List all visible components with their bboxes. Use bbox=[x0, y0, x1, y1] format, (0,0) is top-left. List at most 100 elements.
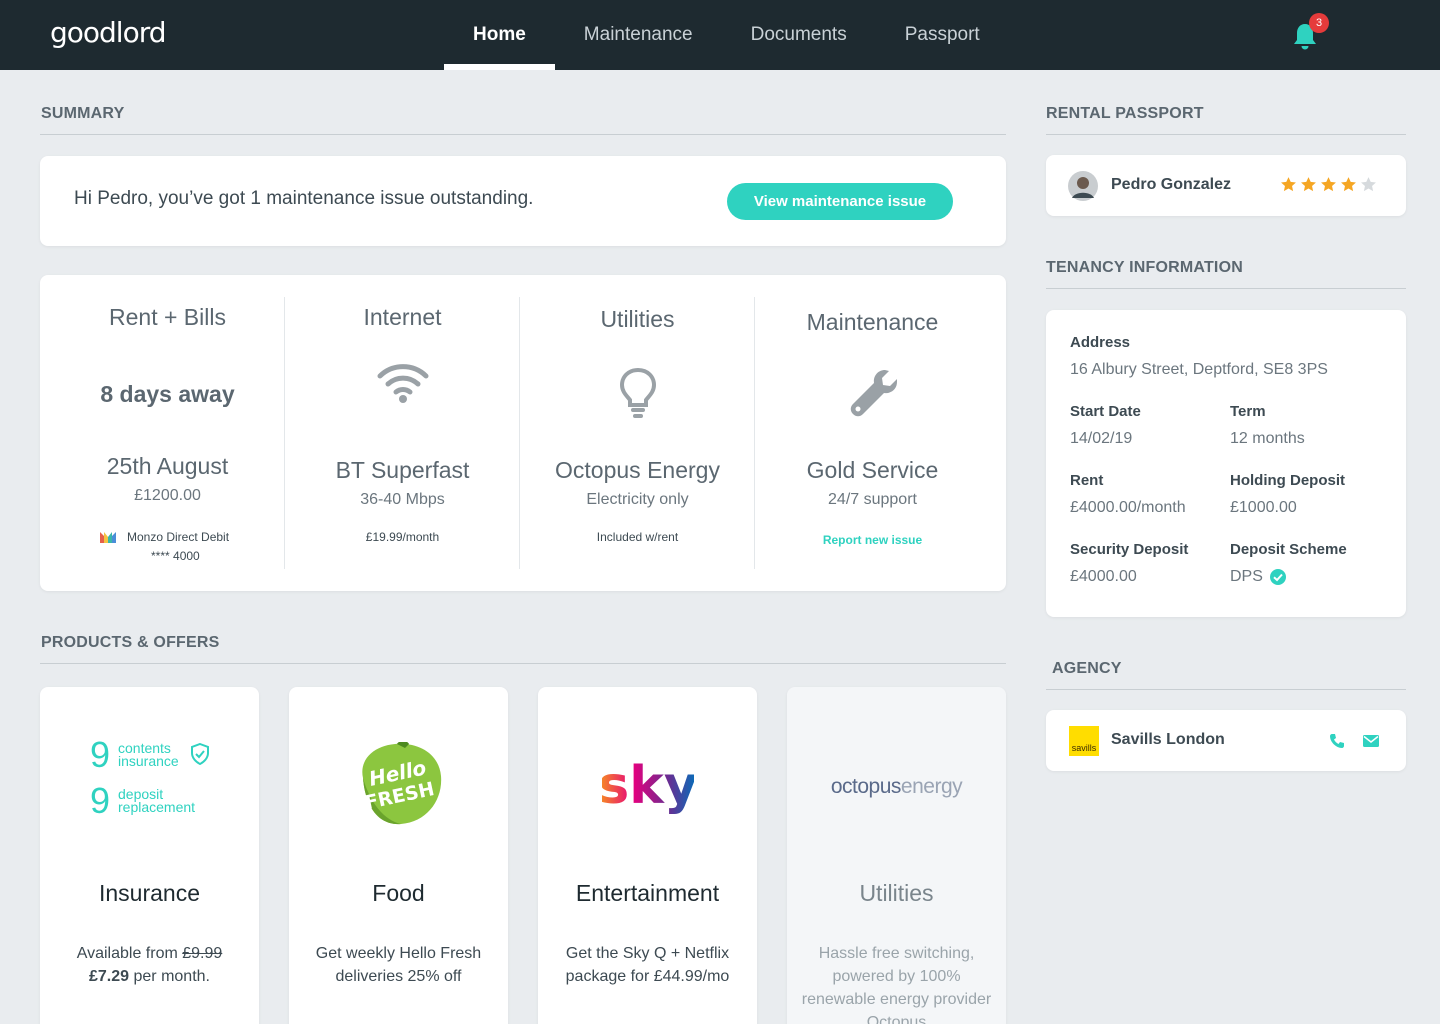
main-nav: Home Maintenance Documents Passport bbox=[444, 0, 1009, 70]
star-filled-icon bbox=[1321, 177, 1336, 192]
tenancy-info-heading: TENANCY INFORMATION bbox=[1046, 259, 1243, 276]
wrench-icon bbox=[850, 370, 897, 417]
maintenance-alert-card: Hi Pedro, you’ve got 1 maintenance issue… bbox=[40, 156, 1006, 246]
top-nav-bar: goodlord Home Maintenance Documents Pass… bbox=[0, 0, 1440, 70]
products-divider bbox=[40, 663, 1006, 664]
entertainment-product-card[interactable]: sky Entertainment Get the Sky Q + Netfli… bbox=[538, 687, 757, 1024]
holding-deposit-value: £1000.00 bbox=[1230, 499, 1297, 516]
security-deposit-value: £4000.00 bbox=[1070, 568, 1137, 585]
agency-name: Savills London bbox=[1111, 731, 1225, 748]
insurance-title: Insurance bbox=[98, 880, 200, 906]
tenancy-stats-card: Rent + Bills 8 days away 25th August £12… bbox=[40, 275, 1006, 591]
verified-check-icon bbox=[1270, 569, 1286, 585]
goodlord-insurance-logo: 9 contents insurance 9 deposit replaceme… bbox=[90, 737, 220, 827]
lightbulb-icon bbox=[619, 367, 656, 418]
passport-divider bbox=[1046, 134, 1406, 135]
rent-due-date: 25th August bbox=[106, 453, 229, 479]
rent-value: £4000.00/month bbox=[1070, 499, 1186, 516]
rental-passport-card[interactable]: Pedro Gonzalez bbox=[1046, 155, 1406, 216]
maintenance-detail: 24/7 support bbox=[828, 491, 917, 508]
wifi-icon bbox=[377, 364, 428, 403]
insurance-new-price: £7.29 bbox=[89, 968, 130, 985]
notification-count-badge: 3 bbox=[1309, 13, 1329, 33]
internet-title: Internet bbox=[363, 304, 442, 330]
rental-passport-heading: RENTAL PASSPORT bbox=[1046, 105, 1204, 122]
monzo-icon bbox=[100, 532, 116, 543]
star-filled-icon bbox=[1281, 177, 1296, 192]
address-label: Address bbox=[1070, 334, 1131, 351]
rent-bills-title: Rent + Bills bbox=[109, 304, 226, 330]
food-product-card[interactable]: Hello FRESH Food Get weekly Hello Fresh … bbox=[289, 687, 508, 1024]
products-heading: PRODUCTS & OFFERS bbox=[41, 634, 220, 651]
sky-logo: sky bbox=[602, 757, 694, 816]
utilities-title: Utilities bbox=[859, 880, 934, 906]
view-maintenance-issue-button[interactable]: View maintenance issue bbox=[727, 183, 953, 220]
rent-label: Rent bbox=[1070, 472, 1104, 489]
insurance-description: Available from £9.99 £7.29 per month. bbox=[76, 945, 223, 985]
nav-tab-passport[interactable]: Passport bbox=[876, 0, 1009, 70]
summary-heading: SUMMARY bbox=[41, 105, 125, 122]
utilities-provider: Octopus Energy bbox=[555, 457, 720, 483]
nav-tab-documents[interactable]: Documents bbox=[722, 0, 876, 70]
utilities-description: Hassle free switching, powered by 100% r… bbox=[801, 945, 992, 1024]
security-deposit-label: Security Deposit bbox=[1070, 541, 1189, 558]
holding-deposit-label: Holding Deposit bbox=[1230, 472, 1345, 489]
agency-heading: AGENCY bbox=[1052, 660, 1122, 677]
insurance-old-price: £9.99 bbox=[182, 945, 223, 962]
deposit-scheme-value: DPS bbox=[1230, 568, 1263, 585]
food-title: Food bbox=[372, 880, 425, 906]
utilities-title: Utilities bbox=[600, 306, 675, 332]
internet-speed: 36-40 Mbps bbox=[360, 491, 445, 508]
utilities-stat: Utilities Octopus Energy Electricity onl… bbox=[520, 275, 755, 591]
svg-text:sky: sky bbox=[602, 757, 694, 816]
shield-check-icon bbox=[191, 743, 209, 765]
food-description: Get weekly Hello Fresh deliveries 25% of… bbox=[315, 945, 482, 985]
summary-divider bbox=[40, 134, 1006, 135]
maintenance-title: Maintenance bbox=[806, 309, 939, 335]
deposit-logo-mark: 9 bbox=[90, 780, 111, 821]
nav-tab-maintenance[interactable]: Maintenance bbox=[555, 0, 722, 70]
internet-price: £19.99/month bbox=[365, 530, 440, 544]
payment-card-digits: **** 4000 bbox=[151, 549, 200, 563]
star-filled-icon bbox=[1301, 177, 1316, 192]
start-date-label: Start Date bbox=[1070, 403, 1141, 420]
rent-bills-stat: Rent + Bills 8 days away 25th August £12… bbox=[50, 275, 285, 591]
maintenance-plan: Gold Service bbox=[806, 457, 939, 483]
entertainment-title: Entertainment bbox=[575, 880, 720, 906]
insurance-product-card[interactable]: 9 contents insurance 9 deposit replaceme… bbox=[40, 687, 259, 1024]
star-filled-icon bbox=[1341, 177, 1356, 192]
deposit-scheme-label: Deposit Scheme bbox=[1230, 541, 1347, 558]
utilities-product-card[interactable]: octopusenergy Utilities Hassle free swit… bbox=[787, 687, 1006, 1024]
phone-icon[interactable] bbox=[1329, 733, 1345, 749]
maintenance-stat: Maintenance Gold Service 24/7 support Re… bbox=[755, 275, 990, 591]
term-value: 12 months bbox=[1230, 430, 1305, 447]
goodlord-logo[interactable]: goodlord bbox=[50, 16, 167, 49]
agency-divider bbox=[1046, 689, 1406, 690]
agency-card[interactable]: savills Savills London bbox=[1046, 710, 1406, 771]
insurance-logo-mark: 9 bbox=[90, 734, 111, 775]
internet-stat: Internet BT Superfast 36-40 Mbps £19.99/… bbox=[285, 275, 520, 591]
tenancy-info-card: Address 16 Albury Street, Deptford, SE8 … bbox=[1046, 310, 1406, 617]
rent-amount: £1200.00 bbox=[134, 487, 201, 504]
utilities-detail: Electricity only bbox=[586, 491, 689, 508]
rent-countdown: 8 days away bbox=[100, 381, 235, 407]
term-label: Term bbox=[1230, 403, 1266, 420]
tenancy-divider bbox=[1046, 288, 1406, 289]
octopus-energy-logo: octopusenergy bbox=[830, 775, 963, 798]
tenant-name: Pedro Gonzalez bbox=[1111, 176, 1232, 193]
report-new-issue-link[interactable]: Report new issue bbox=[755, 533, 990, 547]
hellofresh-logo: Hello FRESH bbox=[362, 742, 442, 825]
rating-stars bbox=[1280, 176, 1377, 193]
entertainment-description: Get the Sky Q + Netflix package for £44.… bbox=[565, 945, 730, 985]
email-icon[interactable] bbox=[1363, 734, 1379, 748]
star-empty-icon bbox=[1361, 177, 1376, 192]
start-date-value: 14/02/19 bbox=[1070, 430, 1133, 447]
internet-provider: BT Superfast bbox=[335, 457, 470, 483]
utilities-price: Included w/rent bbox=[596, 530, 679, 544]
address-value: 16 Albury Street, Deptford, SE8 3PS bbox=[1070, 361, 1328, 378]
nav-tab-home[interactable]: Home bbox=[444, 0, 555, 70]
avatar bbox=[1068, 171, 1098, 201]
maintenance-alert-message: Hi Pedro, you’ve got 1 maintenance issue… bbox=[74, 188, 534, 209]
payment-method: Monzo Direct Debit bbox=[127, 530, 230, 544]
savills-logo: savills bbox=[1069, 726, 1099, 756]
